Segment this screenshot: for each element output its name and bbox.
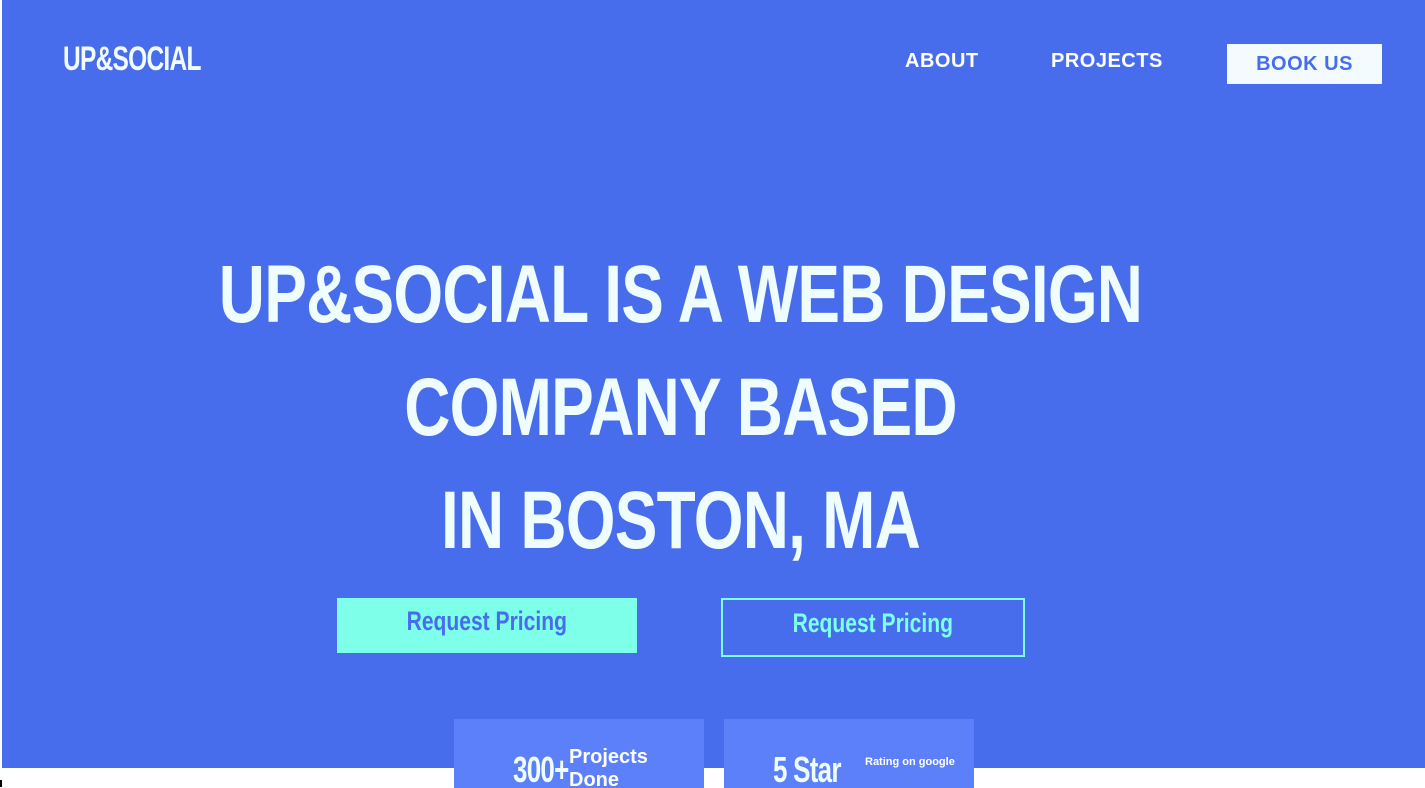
book-us-button[interactable]: BOOK US [1227,44,1382,84]
headline-line-3: IN BOSTON, MA [440,475,921,566]
request-pricing-outline-label: Request Pricing [792,608,954,638]
request-pricing-label: Request Pricing [406,606,568,636]
nav-link-about[interactable]: ABOUT [905,50,979,73]
request-pricing-button[interactable]: Request Pricing [337,598,637,653]
request-pricing-outline-button[interactable]: Request Pricing [721,598,1025,657]
stat-label-projects: Projects Done [569,746,648,788]
corner-mark [0,780,2,787]
book-us-label: BOOK US [1256,52,1353,75]
stat-label-rating: Rating on google [865,756,955,768]
headline-line-2: COMPANY BASED [404,362,957,453]
stat-value-rating: 5 Star [773,749,841,788]
stat-card-rating: 5 Star Rating on google [724,719,974,788]
hero-headline: UP&SOCIAL IS A WEB DESIGN COMPANY BASED … [2,238,1359,577]
headline-line-1: UP&SOCIAL IS A WEB DESIGN [218,249,1143,340]
hero-section: UP&SOCIAL ABOUT PROJECTS BOOK US UP&SOCI… [2,0,1425,768]
logo[interactable]: UP&SOCIAL [63,40,201,79]
nav-link-projects[interactable]: PROJECTS [1051,50,1163,73]
stat-card-projects: 300+ Projects Done [454,719,704,788]
stat-value-projects: 300+ [513,749,569,788]
